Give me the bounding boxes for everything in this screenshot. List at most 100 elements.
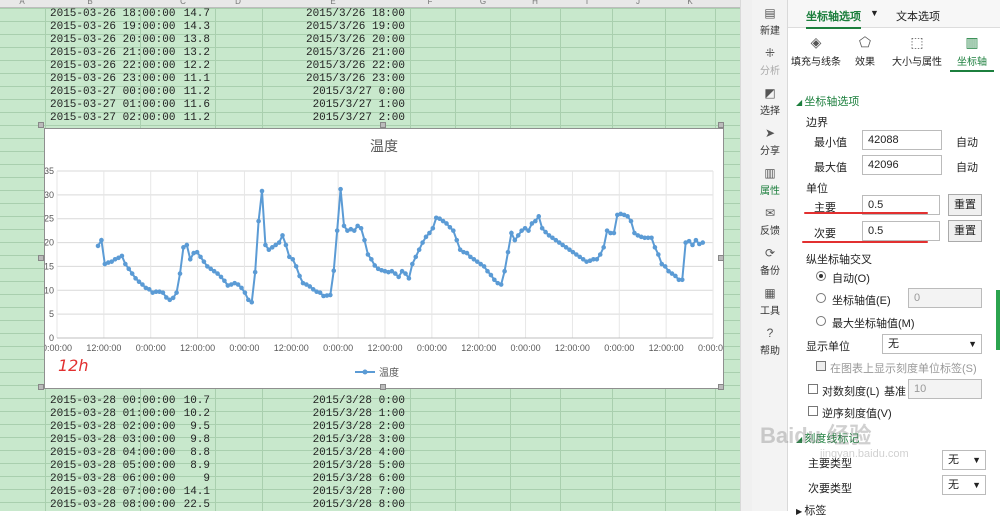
cell-c[interactable]: 9 bbox=[150, 473, 210, 485]
cell-e[interactable]: 2015/3/28 6:00 bbox=[270, 473, 405, 485]
cell-c[interactable]: 11.2 bbox=[150, 86, 210, 98]
cross-auto-label[interactable]: 自动(O) bbox=[832, 270, 870, 286]
cell-c[interactable]: 11.6 bbox=[150, 99, 210, 111]
show-units-checkbox[interactable] bbox=[816, 361, 826, 371]
cell-e[interactable]: 2015/3/28 5:00 bbox=[270, 460, 405, 472]
show-units-label[interactable]: 在图表上显示刻度单位标签(S) bbox=[830, 360, 977, 376]
table-row[interactable]: 2015-03-26 20:00:00 13.8 2015/3/26 20:00 bbox=[0, 34, 740, 47]
cell-c[interactable]: 14.1 bbox=[150, 486, 210, 498]
major-type-select[interactable]: 无 ▼ bbox=[942, 450, 986, 470]
pane-splitter[interactable] bbox=[740, 0, 752, 511]
chart-resize-handle-ml[interactable] bbox=[38, 255, 44, 261]
cell-e[interactable]: 2015/3/26 22:00 bbox=[270, 60, 405, 72]
table-row[interactable]: 2015-03-26 23:00:00 11.1 2015/3/26 23:00 bbox=[0, 73, 740, 86]
chart-resize-handle-bl[interactable] bbox=[38, 384, 44, 390]
table-row[interactable]: 2015-03-27 01:00:00 11.6 2015/3/27 1:00 bbox=[0, 99, 740, 112]
cell-c[interactable]: 11.1 bbox=[150, 73, 210, 85]
table-row[interactable]: 2015-03-28 05:00:00 8.9 2015/3/28 5:00 bbox=[0, 460, 740, 473]
min-auto-label[interactable]: 自动 bbox=[956, 134, 978, 150]
cell-c[interactable]: 11.2 bbox=[150, 112, 210, 124]
cross-auto-radio[interactable] bbox=[816, 271, 826, 281]
col-header-j[interactable]: J bbox=[636, 0, 640, 6]
chart-resize-handle-tl[interactable] bbox=[38, 122, 44, 128]
cell-e[interactable]: 2015/3/27 1:00 bbox=[270, 99, 405, 111]
col-header-a[interactable]: A bbox=[19, 0, 24, 6]
cell-e[interactable]: 2015/3/26 21:00 bbox=[270, 47, 405, 59]
cell-c[interactable]: 14.3 bbox=[150, 21, 210, 33]
log-scale-label[interactable]: 对数刻度(L) bbox=[822, 383, 879, 399]
toolbar-item-backup[interactable]: ⟳ 备份 bbox=[752, 246, 788, 277]
cell-e[interactable]: 2015/3/28 3:00 bbox=[270, 434, 405, 446]
table-row[interactable]: 2015-03-28 07:00:00 14.1 2015/3/28 7:00 bbox=[0, 486, 740, 499]
major-reset-button[interactable]: 重置 bbox=[948, 194, 982, 216]
chart-resize-handle-tr[interactable] bbox=[718, 122, 724, 128]
table-row[interactable]: 2015-03-26 21:00:00 13.2 2015/3/26 21:00 bbox=[0, 47, 740, 60]
cell-e[interactable]: 2015/3/28 4:00 bbox=[270, 447, 405, 459]
col-header-b[interactable]: B bbox=[87, 0, 92, 6]
cross-max-label[interactable]: 最大坐标轴值(M) bbox=[832, 315, 915, 331]
toolbar-item-feedback[interactable]: ✉ 反馈 bbox=[752, 206, 788, 237]
subtab-size-properties[interactable]: ⬚ 大小与属性 bbox=[888, 32, 946, 68]
table-row[interactable]: 2015-03-28 03:00:00 9.8 2015/3/28 3:00 bbox=[0, 434, 740, 447]
cell-c[interactable]: 14.7 bbox=[150, 8, 210, 20]
tab-text-options[interactable]: 文本选项 bbox=[896, 8, 940, 24]
line-chart[interactable]: 温度 0 5 10 15 20 25 30 35 0:00:00 12:00:00 0:00:00 12… bbox=[42, 128, 728, 389]
cross-value-input[interactable]: 0 bbox=[908, 288, 982, 308]
cell-c[interactable]: 8.8 bbox=[150, 447, 210, 459]
cell-e[interactable]: 2015/3/28 0:00 bbox=[270, 395, 405, 407]
cross-max-radio[interactable] bbox=[816, 316, 826, 326]
table-row[interactable]: 2015-03-26 22:00:00 12.2 2015/3/26 22:00 bbox=[0, 60, 740, 73]
col-header-i[interactable]: I bbox=[586, 0, 588, 6]
table-row[interactable]: 2015-03-28 00:00:00 10.7 2015/3/28 0:00 bbox=[0, 395, 740, 408]
col-header-f[interactable]: F bbox=[428, 0, 433, 6]
cross-value-label[interactable]: 坐标轴值(E) bbox=[832, 292, 891, 308]
toolbar-item-select[interactable]: ◩ 选择 bbox=[752, 86, 788, 117]
minor-reset-button[interactable]: 重置 bbox=[948, 220, 982, 242]
spreadsheet-grid[interactable]: A B C D E F G H I J K 2015-03-26 18:00:0… bbox=[0, 0, 740, 511]
toolbar-item-toolbox[interactable]: ▦ 工具 bbox=[752, 286, 788, 317]
cell-e[interactable]: 2015/3/28 8:00 bbox=[270, 499, 405, 511]
subtab-effects[interactable]: ⬠ 效果 bbox=[840, 32, 890, 68]
toolbar-item-share[interactable]: ➤ 分享 bbox=[752, 126, 788, 157]
reverse-order-checkbox[interactable] bbox=[808, 406, 818, 416]
chart-resize-handle-br[interactable] bbox=[718, 384, 724, 390]
max-auto-label[interactable]: 自动 bbox=[956, 159, 978, 175]
log-scale-checkbox[interactable] bbox=[808, 384, 818, 394]
cell-e[interactable]: 2015/3/26 20:00 bbox=[270, 34, 405, 46]
toolbar-item-properties[interactable]: ▥ 属性 bbox=[752, 166, 788, 197]
toolbar-item-new-doc[interactable]: ▤ 新建 bbox=[752, 6, 788, 37]
table-row[interactable]: 2015-03-28 02:00:00 9.5 2015/3/28 2:00 bbox=[0, 421, 740, 434]
cell-e[interactable]: 2015/3/28 7:00 bbox=[270, 486, 405, 498]
chevron-down-icon[interactable]: ▼ bbox=[870, 8, 879, 18]
col-header-d[interactable]: D bbox=[235, 0, 241, 6]
tab-axis-options[interactable]: 坐标轴选项 bbox=[806, 8, 861, 29]
minor-type-select[interactable]: 无 ▼ bbox=[942, 475, 986, 495]
section-axis-options[interactable]: ◢ 坐标轴选项 bbox=[796, 93, 859, 109]
minor-unit-input[interactable]: 0.5 bbox=[862, 221, 940, 241]
toolbar-item-help[interactable]: ? 帮助 bbox=[752, 326, 788, 357]
table-row[interactable]: 2015-03-28 01:00:00 10.2 2015/3/28 1:00 bbox=[0, 408, 740, 421]
scroll-indicator[interactable] bbox=[996, 290, 1000, 350]
table-row[interactable]: 2015-03-28 08:00:00 22.5 2015/3/28 8:00 bbox=[0, 499, 740, 511]
cell-c[interactable]: 12.2 bbox=[150, 60, 210, 72]
col-header-e[interactable]: E bbox=[330, 0, 335, 6]
table-row[interactable]: 2015-03-27 00:00:00 11.2 2015/3/27 0:00 bbox=[0, 86, 740, 99]
col-header-g[interactable]: G bbox=[480, 0, 486, 6]
cell-c[interactable]: 9.5 bbox=[150, 421, 210, 433]
base-input[interactable]: 10 bbox=[908, 379, 982, 399]
table-row[interactable]: 2015-03-26 18:00:00 14.7 2015/3/26 18:00 bbox=[0, 8, 740, 21]
section-labels[interactable]: ▶ 标签 bbox=[796, 502, 826, 518]
cell-c[interactable]: 9.8 bbox=[150, 434, 210, 446]
cell-c[interactable]: 22.5 bbox=[150, 499, 210, 511]
max-input[interactable]: 42096 bbox=[862, 155, 942, 175]
table-row[interactable]: 2015-03-28 06:00:00 9 2015/3/28 6:00 bbox=[0, 473, 740, 486]
cell-e[interactable]: 2015/3/26 19:00 bbox=[270, 21, 405, 33]
toolbar-item-analyze[interactable]: ⁜ 分析 bbox=[752, 46, 788, 77]
cell-e[interactable]: 2015/3/28 2:00 bbox=[270, 421, 405, 433]
chart-resize-handle-bm[interactable] bbox=[380, 384, 386, 390]
col-header-h[interactable]: H bbox=[532, 0, 538, 6]
col-header-c[interactable]: C bbox=[180, 0, 186, 6]
cell-c[interactable]: 13.2 bbox=[150, 47, 210, 59]
cell-c[interactable]: 10.7 bbox=[150, 395, 210, 407]
chart-resize-handle-mr[interactable] bbox=[718, 255, 724, 261]
